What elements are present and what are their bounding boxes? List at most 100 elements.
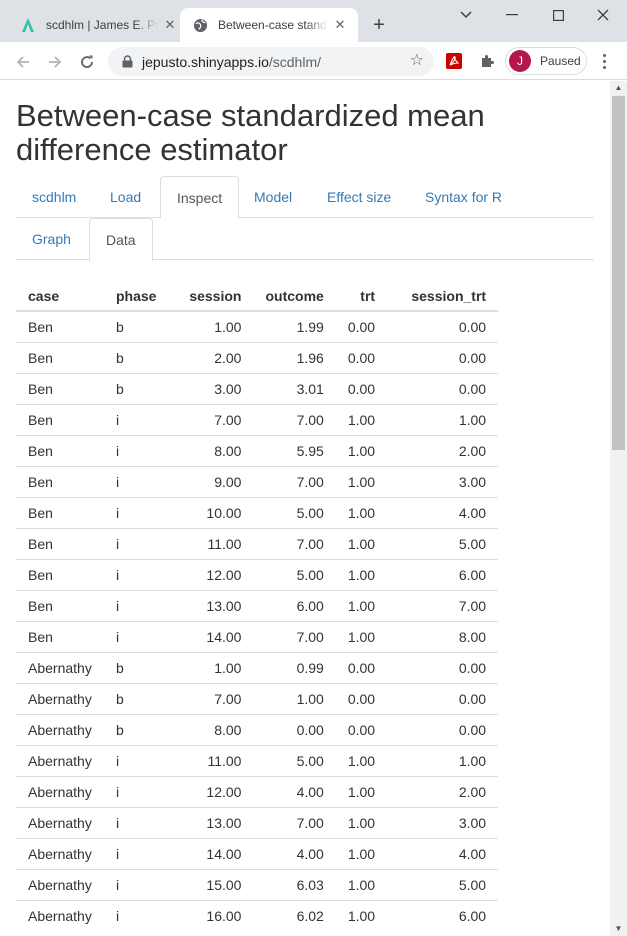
cell-phase: b (104, 341, 169, 373)
cell-outcome: 7.00 (253, 527, 336, 559)
cell-trt: 1.00 (335, 868, 388, 900)
browser-tab-title: scdhlm | James E. Pu (46, 18, 158, 32)
cell-session: 12.00 (168, 775, 254, 807)
cell-trt: 1.00 (335, 620, 388, 652)
cell-session-trt: 4.00 (387, 496, 499, 528)
minimize-icon[interactable] (492, 4, 532, 26)
cell-trt: 1.00 (335, 744, 388, 776)
cell-trt: 1.00 (335, 899, 388, 931)
table-header-row: case phase session outcome trt session_t… (16, 282, 499, 312)
column-header-trt: trt (335, 282, 388, 312)
scroll-up-arrow-icon[interactable]: ▲ (610, 81, 627, 95)
cell-outcome: 7.00 (253, 806, 336, 838)
cell-phase: i (104, 620, 169, 652)
address-bar[interactable]: jepusto.shinyapps.io/scdhlm/ ☆ (108, 47, 434, 76)
maximize-icon[interactable] (538, 4, 578, 26)
cell-session-trt: 0.00 (387, 651, 499, 683)
tab-data[interactable]: Data (89, 218, 153, 261)
bookmark-star-icon[interactable]: ☆ (410, 53, 424, 69)
cell-case: Ben (16, 496, 104, 528)
table-row: Ben i 9.00 7.00 1.00 3.00 (16, 465, 499, 497)
column-header-session: session (168, 282, 254, 312)
cell-session-trt: 7.00 (387, 589, 499, 621)
cell-session: 14.00 (168, 837, 254, 869)
cell-case: Abernathy (16, 806, 104, 838)
pdf-extension-icon[interactable] (444, 51, 464, 71)
cell-case: Abernathy (16, 651, 104, 683)
table-row: Ben i 7.00 7.00 1.00 1.00 (16, 403, 499, 435)
new-tab-plus-icon[interactable]: + (369, 15, 389, 35)
table-row: Abernathy i 12.00 4.00 1.00 2.00 (16, 775, 499, 807)
cell-trt: 0.00 (335, 372, 388, 404)
cell-phase: i (104, 806, 169, 838)
table-row: Abernathy i 15.00 6.03 1.00 5.00 (16, 868, 499, 900)
cell-trt: 1.00 (335, 589, 388, 621)
tab-search-chevron-icon[interactable] (446, 4, 486, 26)
scrollbar-thumb[interactable] (612, 96, 625, 450)
back-arrow-icon[interactable] (12, 51, 34, 73)
cell-session-trt: 6.00 (387, 899, 499, 931)
tab-model[interactable]: Model (238, 176, 308, 218)
cell-session-trt: 5.00 (387, 868, 499, 900)
cell-session: 7.00 (168, 403, 254, 435)
cell-outcome: 6.00 (253, 589, 336, 621)
table-row: Abernathy b 8.00 0.00 0.00 0.00 (16, 713, 499, 745)
close-window-icon[interactable] (583, 4, 623, 26)
cell-session: 7.00 (168, 682, 254, 714)
cell-case: Abernathy (16, 775, 104, 807)
cell-session-trt: 0.00 (387, 372, 499, 404)
cell-session: 13.00 (168, 806, 254, 838)
cell-session: 8.00 (168, 434, 254, 466)
scroll-down-arrow-icon[interactable]: ▼ (610, 922, 627, 936)
tab-load[interactable]: Load (94, 176, 157, 218)
cell-phase: b (104, 310, 169, 342)
cell-session: 10.00 (168, 496, 254, 528)
url-host: jepusto.shinyapps.io (142, 53, 269, 70)
close-tab-icon[interactable]: ✕ (162, 17, 178, 33)
tab-scdhlm[interactable]: scdhlm (16, 176, 92, 218)
cell-session: 11.00 (168, 527, 254, 559)
cell-trt: 0.00 (335, 341, 388, 373)
cell-outcome: 5.00 (253, 744, 336, 776)
table-row: Ben b 1.00 1.99 0.00 0.00 (16, 310, 499, 342)
browser-menu-icon[interactable] (596, 51, 612, 71)
cell-phase: b (104, 651, 169, 683)
cell-outcome: 0.00 (253, 713, 336, 745)
cell-trt: 1.00 (335, 434, 388, 466)
close-tab-icon[interactable]: ✕ (332, 17, 348, 33)
cell-session: 13.00 (168, 589, 254, 621)
cell-session-trt: 8.00 (387, 620, 499, 652)
browser-tab-scdhlm[interactable]: scdhlm | James E. Pu ✕ (8, 8, 188, 42)
cell-outcome: 4.00 (253, 775, 336, 807)
column-header-session-trt: session_trt (387, 282, 499, 312)
tab-syntax-for-r[interactable]: Syntax for R (409, 176, 518, 218)
cell-trt: 0.00 (335, 310, 388, 342)
cell-trt: 1.00 (335, 496, 388, 528)
page-scrollbar[interactable]: ▲ ▼ (610, 81, 627, 936)
forward-arrow-icon[interactable] (44, 51, 66, 73)
tab-effect-size[interactable]: Effect size (311, 176, 407, 218)
table-row: Abernathy i 16.00 6.02 1.00 6.00 (16, 899, 499, 931)
cell-case: Ben (16, 465, 104, 497)
tab-graph[interactable]: Graph (16, 218, 87, 260)
reload-icon[interactable] (76, 51, 98, 73)
cell-case: Abernathy (16, 682, 104, 714)
extensions-puzzle-icon[interactable] (477, 51, 497, 71)
cell-phase: i (104, 527, 169, 559)
cell-session-trt: 2.00 (387, 775, 499, 807)
tab-inspect[interactable]: Inspect (160, 176, 240, 219)
cell-outcome: 0.99 (253, 651, 336, 683)
cell-session: 16.00 (168, 899, 254, 931)
cell-session-trt: 0.00 (387, 713, 499, 745)
cell-trt: 1.00 (335, 775, 388, 807)
cell-outcome: 5.00 (253, 558, 336, 590)
cell-phase: b (104, 713, 169, 745)
browser-tab-active[interactable]: Between-case standa ✕ (180, 8, 358, 42)
cell-outcome: 1.96 (253, 341, 336, 373)
globe-icon (192, 17, 208, 33)
cell-case: Ben (16, 527, 104, 559)
url-text: jepusto.shinyapps.io/scdhlm/ (142, 54, 321, 70)
cell-trt: 1.00 (335, 403, 388, 435)
cell-session-trt: 0.00 (387, 341, 499, 373)
profile-button[interactable]: J Paused (505, 47, 587, 75)
